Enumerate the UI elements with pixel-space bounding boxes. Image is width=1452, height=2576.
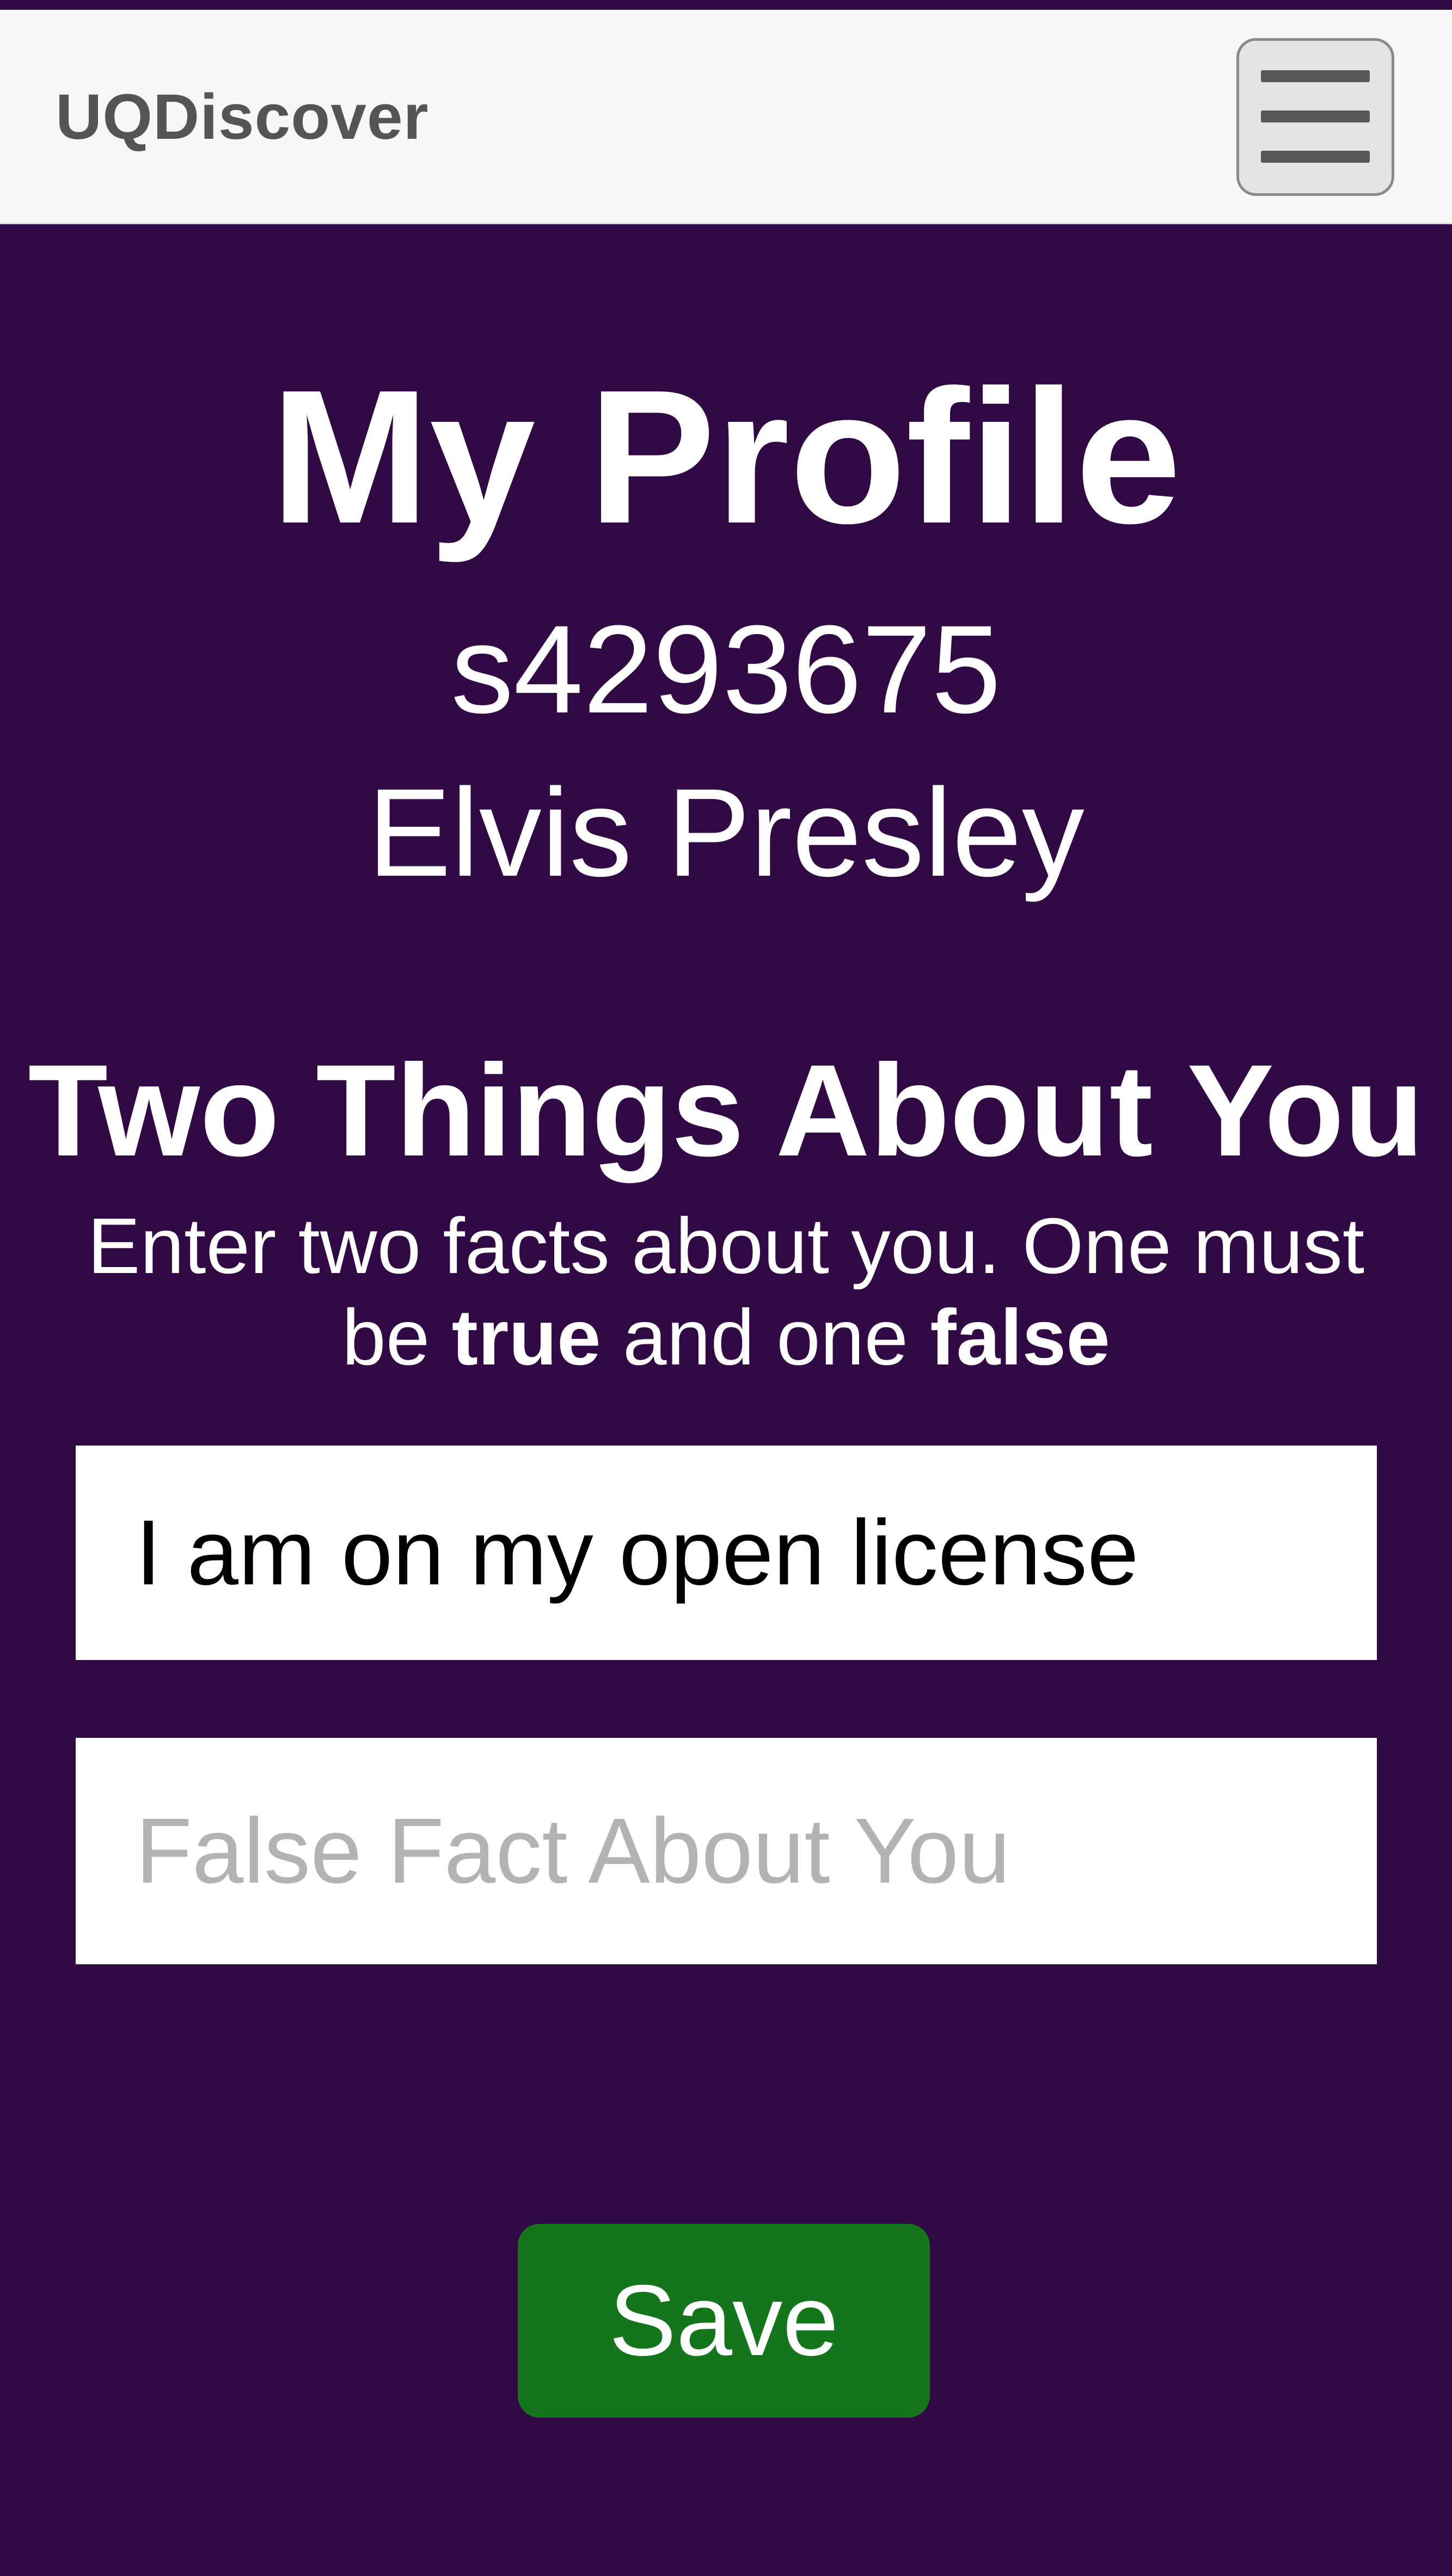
hamburger-menu-icon-bar <box>1261 110 1370 122</box>
brand-logo-text[interactable]: UQDiscover <box>56 10 429 224</box>
instructions-text: Enter two facts about you. One must be t… <box>54 1200 1398 1383</box>
top-navbar: UQDiscover <box>0 10 1452 224</box>
hamburger-menu-icon <box>1261 70 1370 82</box>
false-fact-input[interactable] <box>76 1738 1377 1964</box>
section-title: Two Things About You <box>28 1037 1424 1183</box>
instructions-true-word: true <box>451 1293 601 1381</box>
instructions-false-word: false <box>930 1293 1110 1381</box>
save-button[interactable]: Save <box>518 2224 930 2418</box>
instructions-and: and one <box>601 1293 930 1381</box>
hamburger-menu-icon-bar <box>1261 151 1370 163</box>
page-title: My Profile <box>271 351 1181 563</box>
student-id: s4293675 <box>451 599 1001 739</box>
true-fact-input[interactable] <box>76 1446 1377 1660</box>
menu-toggle-button[interactable] <box>1236 38 1394 196</box>
student-name: Elvis Presley <box>367 763 1085 902</box>
